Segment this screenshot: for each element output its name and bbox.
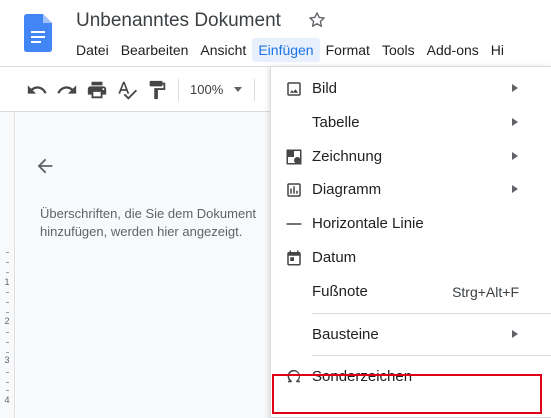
menu-hilfe[interactable]: Hi [485,38,510,62]
ruler-number: 4 [4,395,10,405]
menu-item-bausteine[interactable]: Bausteine [271,318,551,352]
menu-divider [312,355,551,357]
menu-ansicht[interactable]: Ansicht [194,38,252,62]
menu-item-diagramm[interactable]: Diagramm [271,173,551,207]
menu-divider [312,312,551,314]
redo-icon[interactable] [56,79,78,101]
menu-item-label: Sonderzeichen [312,368,413,386]
menu-format[interactable]: Format [320,38,376,62]
menu-item-label: Diagramm [312,181,382,199]
docs-logo-icon[interactable] [24,14,52,52]
undo-icon[interactable] [26,79,48,101]
menu-item-tabelle[interactable]: Tabelle [271,106,551,140]
calendar-icon [287,250,301,266]
menu-item-label: Bild [312,80,338,97]
menu-item-label: Tabelle [312,113,360,131]
submenu-arrow-icon [512,185,518,194]
menu-item-bild[interactable]: Bild [271,72,551,106]
star-icon[interactable] [308,11,326,29]
toolbar-divider [254,79,255,101]
menu-item-label: Datum [312,248,357,266]
menu-item-label: Fußnote [312,282,368,300]
menu-item-label: Bausteine [312,325,379,343]
chevron-down-icon[interactable] [234,87,242,92]
menu-datei[interactable]: Datei [70,38,115,62]
ruler-number: 2 [4,316,10,326]
ruler-number: 1 [4,277,10,287]
back-arrow-icon[interactable] [34,155,56,177]
horizontal-line-icon [286,223,302,225]
omega-icon [287,370,300,383]
menu-item-fussnote[interactable]: Fußnote Strg+Alt+F [271,275,551,309]
menu-item-sonderzeichen[interactable]: Sonderzeichen [271,360,551,394]
document-title[interactable]: Unbenanntes Dokument [76,10,281,32]
insert-menu: Bild Tabelle Zeichnung Diagramm Horizont… [270,66,551,418]
menu-addons[interactable]: Add-ons [421,38,485,62]
submenu-arrow-icon [512,117,518,126]
paint-format-icon[interactable] [146,79,168,101]
drawing-icon [286,149,302,165]
menu-einfuegen[interactable]: Einfügen [252,38,320,62]
ruler-number: 3 [4,355,10,365]
zoom-select[interactable]: 100% [190,79,223,101]
print-icon[interactable] [86,79,108,101]
submenu-arrow-icon [512,151,518,160]
menu-item-label: Zeichnung [312,147,383,165]
menu-tools[interactable]: Tools [376,38,421,62]
image-icon [287,82,301,96]
toolbar-divider [178,79,179,101]
submenu-arrow-icon [512,84,518,92]
menu-item-zeichnung[interactable]: Zeichnung [271,140,551,174]
vertical-ruler: 1 2 3 4 [0,112,15,418]
menu-bearbeiten[interactable]: Bearbeiten [115,38,195,62]
menu-item-horizontale-linie[interactable]: Horizontale Linie [271,207,551,241]
chart-icon [287,183,301,198]
menu-item-datum[interactable]: Datum [271,241,551,275]
submenu-arrow-icon [512,329,518,338]
outline-empty-message: Überschriften, die Sie dem Dokument hinz… [40,206,257,239]
menu-bar: Datei Bearbeiten Ansicht Einfügen Format Tool… [70,38,510,62]
menu-item-label: Horizontale Linie [312,215,424,233]
app-header: Unbenanntes Dokument Datei Bearbeiten Ansi… [0,0,551,66]
keyboard-shortcut: Strg+Alt+F [452,283,519,300]
spellcheck-icon[interactable] [116,79,138,101]
